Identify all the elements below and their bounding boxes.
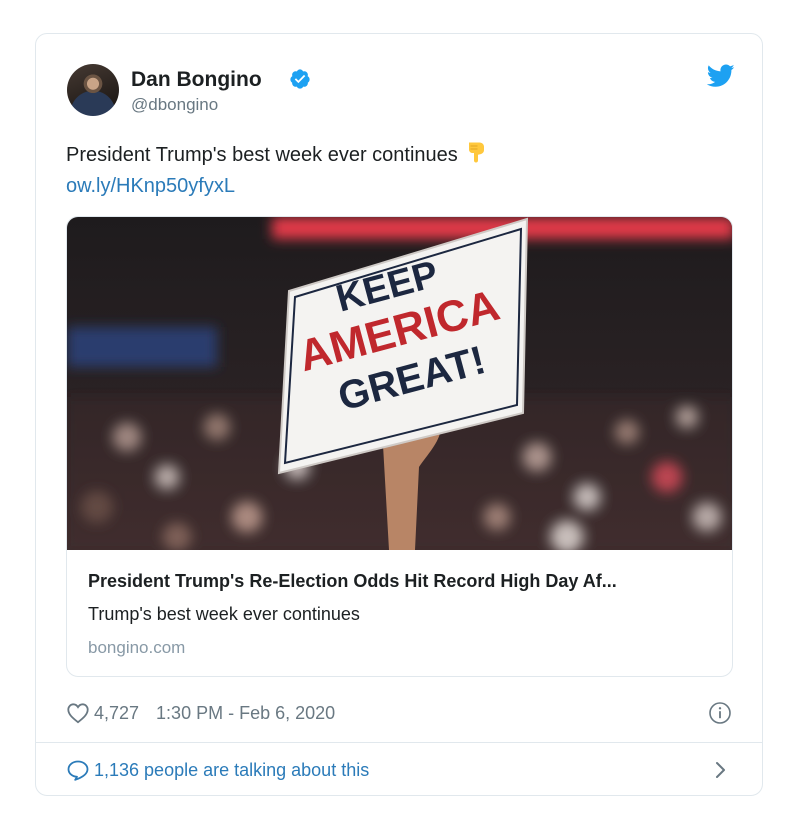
card-domain: bongino.com <box>88 638 186 657</box>
card-description: Trump's best week ever continues <box>88 604 360 624</box>
author-handle[interactable]: @dbongino <box>131 94 218 116</box>
verified-badge-icon <box>290 69 310 89</box>
conversation-link[interactable]: 1,136 people are talking about this <box>66 758 369 782</box>
card-image[interactable]: KEEP AMERICA GREAT! <box>67 217 733 550</box>
tweet-meta: 4,727 1:30 PM - Feb 6, 2020 <box>66 701 335 725</box>
speech-bubble-icon <box>67 760 89 781</box>
tweet-text: President Trump's best week ever continu… <box>66 140 746 202</box>
tweet-body: President Trump's best week ever continu… <box>66 144 458 166</box>
chevron-right-icon[interactable] <box>713 758 729 782</box>
heart-icon[interactable] <box>66 702 90 724</box>
divider <box>36 742 762 743</box>
info-icon[interactable] <box>708 701 732 725</box>
card-title[interactable]: President Trump's Re-Election Odds Hit R… <box>88 569 713 593</box>
pointing-down-emoji <box>468 142 484 163</box>
twitter-bird-icon[interactable] <box>707 64 735 88</box>
avatar[interactable] <box>67 64 119 116</box>
tweet-link[interactable]: ow.ly/HKnp50yfyxL <box>66 175 235 197</box>
tweet-timestamp[interactable]: 1:30 PM - Feb 6, 2020 <box>156 703 335 724</box>
embedded-tweet: Dan Bongino @dbongino President Trump's … <box>35 33 763 796</box>
link-card[interactable]: KEEP AMERICA GREAT! President Trump's Re… <box>66 216 733 677</box>
conversation-label[interactable]: 1,136 people are talking about this <box>94 760 369 781</box>
author-name[interactable]: Dan Bongino <box>131 68 262 92</box>
like-count[interactable]: 4,727 <box>94 703 139 724</box>
